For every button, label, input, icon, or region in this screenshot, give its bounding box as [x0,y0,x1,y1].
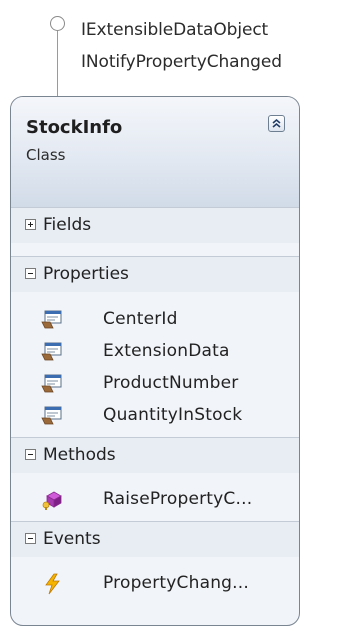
property-icon [41,310,62,329]
interface-lollipop-icon [50,16,65,31]
property-member[interactable]: CenterId [41,305,296,337]
method-icon [42,491,62,510]
property-icon [41,374,62,393]
member-label: ProductNumber [103,373,239,393]
member-label: PropertyChang... [103,573,249,593]
interface-connector-line [57,31,59,98]
compartment-label: Properties [43,264,129,284]
class-stereotype: Class [26,146,66,164]
compartment-properties[interactable]: Properties [11,256,299,292]
method-member[interactable]: RaisePropertyC... [41,485,296,517]
event-icon [45,573,60,595]
compartment-fields[interactable]: Fields [11,207,299,243]
collapse-icon[interactable] [25,449,36,460]
member-label: ExtensionData [103,341,230,361]
member-label: CenterId [103,309,178,329]
property-member[interactable]: QuantityInStock [41,401,296,433]
class-shape[interactable]: StockInfo Class Fields Properties Center… [10,96,300,626]
collapse-icon[interactable] [25,533,36,544]
compartment-events[interactable]: Events [11,521,299,557]
event-member[interactable]: PropertyChang... [41,569,296,601]
member-label: RaisePropertyC... [103,489,253,509]
interface-label: IExtensibleDataObject [81,20,269,40]
compartment-label: Methods [43,445,116,465]
class-name: StockInfo [26,117,123,138]
compartment-label: Fields [43,215,92,235]
property-icon [41,406,62,425]
member-label: QuantityInStock [103,405,243,425]
property-member[interactable]: ProductNumber [41,369,296,401]
property-member[interactable]: ExtensionData [41,337,296,369]
collapse-shape-button[interactable] [268,115,285,132]
compartment-methods[interactable]: Methods [11,437,299,473]
double-chevron-up-icon [272,118,281,128]
collapse-icon[interactable] [25,268,36,279]
property-icon [41,342,62,361]
compartment-label: Events [43,529,101,549]
expand-icon[interactable] [25,219,36,230]
interface-label: INotifyPropertyChanged [81,52,282,72]
class-header[interactable]: StockInfo Class [11,97,299,207]
